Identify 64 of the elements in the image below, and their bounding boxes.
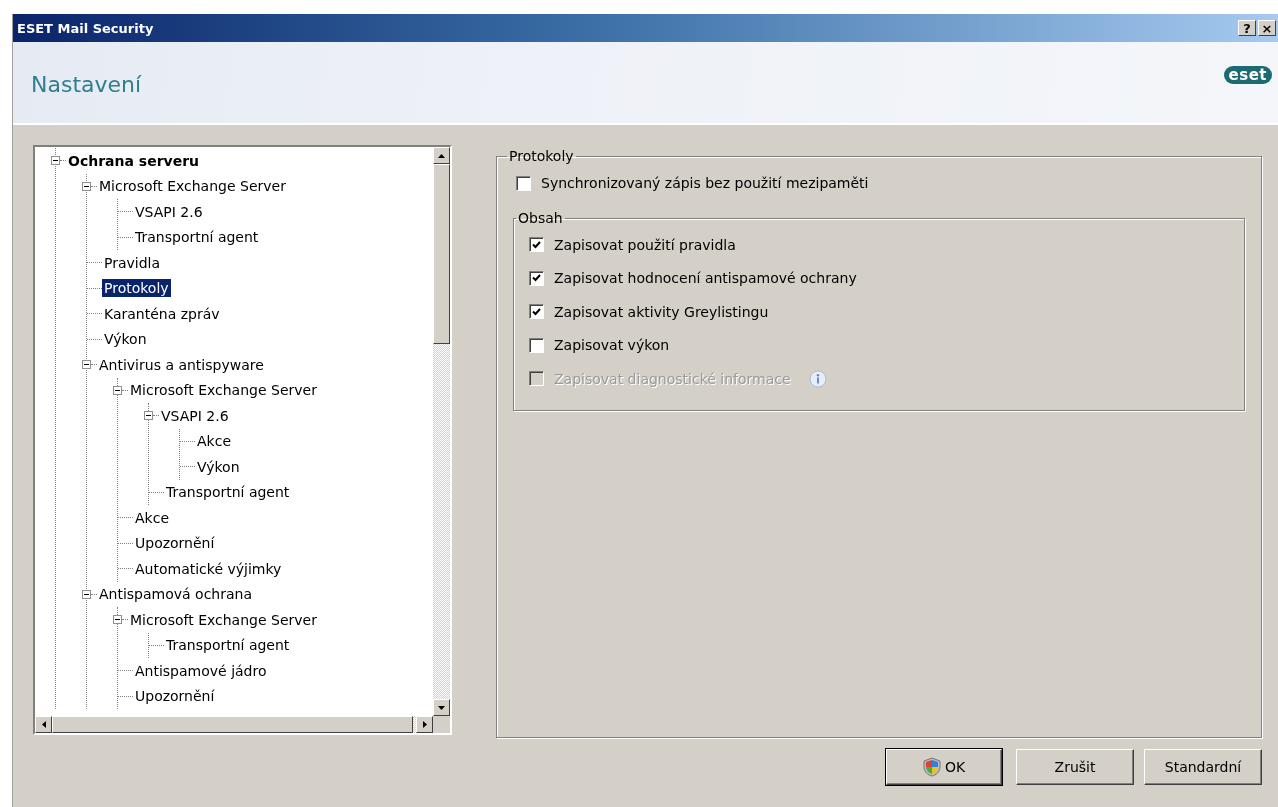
tree-item[interactable]: Upozornění: [133, 534, 217, 553]
scrollbar-corner: [433, 716, 450, 733]
checkbox[interactable]: [529, 304, 544, 320]
scroll-left-button[interactable]: [35, 716, 52, 733]
checkbox-label: Zapisovat použití pravidla: [554, 236, 736, 253]
tree-item[interactable]: Transportní agent: [164, 636, 292, 655]
tree-item[interactable]: Ochrana serveru: [66, 151, 202, 170]
collapse-icon[interactable]: [113, 615, 122, 625]
checkbox[interactable]: [529, 237, 544, 253]
tree-item[interactable]: VSAPI 2.6: [159, 406, 231, 425]
scroll-right-button[interactable]: [416, 716, 433, 733]
checkbox[interactable]: [529, 270, 544, 286]
up-arrow-icon: [438, 153, 445, 158]
checkmark-icon: [532, 240, 541, 249]
tree-item[interactable]: Microsoft Exchange Server: [128, 381, 319, 400]
checkbox-label: Zapisovat diagnostické informace: [554, 370, 791, 387]
close-button[interactable]: ×: [1258, 20, 1276, 36]
tree-item[interactable]: VSAPI 2.6: [133, 202, 205, 221]
group-title: Obsah: [517, 210, 564, 226]
collapse-icon[interactable]: [82, 589, 91, 599]
collapse-icon[interactable]: [144, 411, 153, 421]
tree-item[interactable]: Automatické výjimky: [133, 559, 284, 578]
scroll-up-button[interactable]: [433, 147, 450, 164]
tree-item[interactable]: Upozornění: [133, 687, 217, 706]
tree-item[interactable]: Výkon: [102, 330, 149, 349]
tree-item[interactable]: Transportní agent: [164, 483, 292, 502]
scroll-down-button[interactable]: [433, 699, 450, 716]
tree-item[interactable]: Protokoly: [102, 279, 171, 298]
checkmark-icon: [532, 274, 541, 283]
right-arrow-icon: [422, 721, 427, 728]
dialog-button[interactable]: Standardní: [1144, 749, 1262, 785]
checkmark-icon: [532, 307, 541, 316]
left-arrow-icon: [41, 721, 46, 728]
tree-item[interactable]: Transportní agent: [133, 228, 261, 247]
tree-item[interactable]: Antivirus a antispyware: [97, 355, 266, 374]
tree-item[interactable]: Antispamová ochrana: [97, 585, 255, 604]
collapse-icon[interactable]: [113, 385, 122, 395]
page-title: Nastavení: [31, 72, 142, 99]
dialog-button[interactable]: OK: [886, 749, 1002, 785]
tree-item[interactable]: Karanténa zpráv: [102, 304, 222, 323]
scrollbar-thumb[interactable]: [433, 164, 450, 344]
down-arrow-icon: [438, 705, 445, 710]
tree-item[interactable]: Antispamové jádro: [133, 661, 269, 680]
dialog-button[interactable]: Zrušit: [1016, 749, 1134, 785]
vertical-scrollbar[interactable]: [433, 147, 450, 716]
checkbox-label: Zapisovat výkon: [554, 337, 670, 354]
group-title: Protokoly: [508, 148, 575, 164]
checkbox-label: Synchronizovaný zápis bez použití mezipaměti: [541, 175, 869, 191]
checkbox-label: Zapisovat hodnocení antispamové ochrany: [554, 270, 857, 287]
collapse-icon[interactable]: [51, 156, 60, 166]
checkbox[interactable]: [529, 337, 544, 353]
help-button[interactable]: ?: [1238, 20, 1256, 36]
tree-item[interactable]: Microsoft Exchange Server: [128, 610, 319, 629]
collapse-icon[interactable]: [82, 181, 91, 191]
collapse-icon[interactable]: [82, 360, 91, 370]
tree-item[interactable]: Výkon: [195, 457, 242, 476]
tree-item[interactable]: Akce: [195, 432, 233, 451]
window-title: ESET Mail Security: [17, 20, 155, 36]
tree-item[interactable]: Akce: [133, 508, 171, 527]
tree-item[interactable]: Pravidla: [102, 253, 163, 272]
checkbox-label: Zapisovat aktivity Greylistingu: [554, 303, 769, 320]
tree-item[interactable]: Microsoft Exchange Server: [97, 177, 288, 196]
logo: eset: [1223, 66, 1272, 84]
checkbox[interactable]: [516, 175, 531, 191]
